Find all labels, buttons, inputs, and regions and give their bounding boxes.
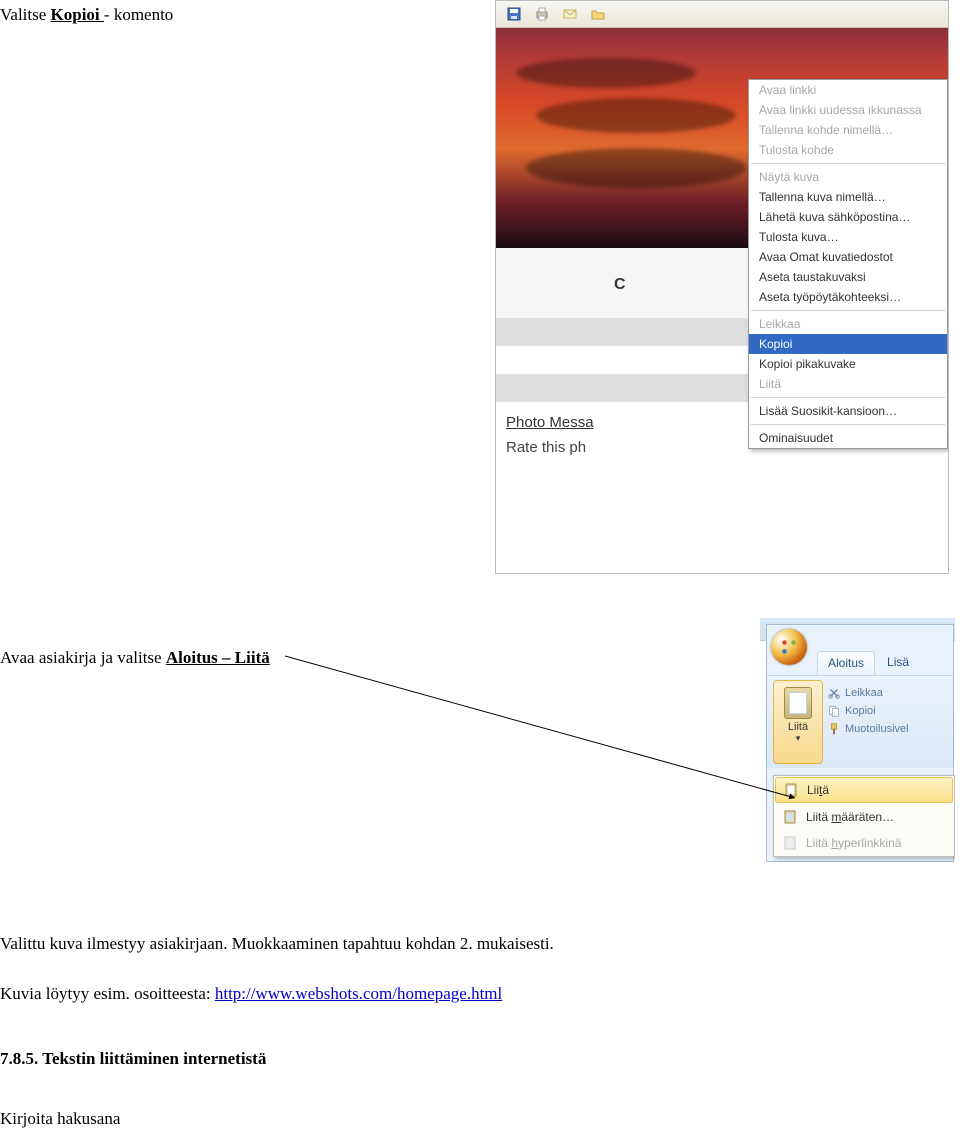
paragraph-3: Valittu kuva ilmestyy asiakirjaan. Muokk… bbox=[0, 933, 554, 955]
chevron-down-icon: ▾ bbox=[774, 733, 822, 744]
context-menu-item[interactable]: Lisää Suosikit-kansioon… bbox=[749, 401, 947, 421]
menu-separator bbox=[751, 310, 945, 311]
context-menu-item: Näytä kuva bbox=[749, 167, 947, 187]
context-menu-item[interactable]: Tulosta kuva… bbox=[749, 227, 947, 247]
cut-button[interactable]: Leikkaa bbox=[827, 686, 909, 700]
link-webshots[interactable]: http://www.webshots.com/homepage.html bbox=[215, 984, 502, 1003]
context-menu-item[interactable]: Aseta työpöytäkohteeksi… bbox=[749, 287, 947, 307]
clipboard-link-icon bbox=[782, 835, 798, 851]
ribbon-tabs: Aloitus Lisä bbox=[817, 651, 919, 676]
paragraph-5: Kirjoita hakusana bbox=[0, 1108, 120, 1130]
tab-lisaa[interactable]: Lisä bbox=[877, 651, 919, 676]
ie-toolbar bbox=[496, 1, 948, 28]
paste-menu-item-2[interactable]: Liitä määräten… bbox=[774, 804, 954, 830]
clipboard-icon bbox=[783, 782, 799, 798]
context-menu-item: Tulosta kohde bbox=[749, 140, 947, 160]
context-menu-item[interactable]: Tallenna kuva nimellä… bbox=[749, 187, 947, 207]
paste-dropdown-menu[interactable]: Liitä Liitä määräten… Liitä hyperlinkkin… bbox=[773, 775, 955, 857]
menu-separator bbox=[751, 163, 945, 164]
save-icon[interactable] bbox=[502, 3, 526, 25]
menu-separator bbox=[751, 397, 945, 398]
office-button[interactable] bbox=[771, 629, 807, 665]
paste-button[interactable]: Liitä ▾ bbox=[773, 680, 823, 764]
context-menu-item[interactable]: Ominaisuudet bbox=[749, 428, 947, 448]
context-menu-item: Avaa linkki uudessa ikkunassa bbox=[749, 100, 947, 120]
instruction-line-1: Valitse Kopioi - komento bbox=[0, 4, 173, 26]
context-menu[interactable]: Avaa linkkiAvaa linkki uudessa ikkunassa… bbox=[748, 79, 948, 449]
context-menu-item[interactable]: Aseta taustakuvaksi bbox=[749, 267, 947, 287]
copy-button[interactable]: Kopioi bbox=[827, 704, 909, 718]
copy-icon bbox=[827, 704, 841, 718]
format-painter-button[interactable]: Muotoilusivel bbox=[827, 722, 909, 736]
clipboard-icon bbox=[784, 687, 812, 719]
menu-separator bbox=[751, 424, 945, 425]
paste-menu-item-3: Liitä hyperlinkkinä bbox=[774, 830, 954, 856]
clipboard-mini-buttons: Leikkaa Kopioi Muotoilusivel bbox=[827, 686, 909, 736]
scissors-icon bbox=[827, 686, 841, 700]
instruction-line-2: Avaa asiakirja ja valitse Aloitus – Liit… bbox=[0, 647, 270, 669]
print-icon[interactable] bbox=[530, 3, 554, 25]
context-menu-item[interactable]: Kopioi bbox=[749, 334, 947, 354]
context-menu-item: Tallenna kohde nimellä… bbox=[749, 120, 947, 140]
mail-icon[interactable] bbox=[558, 3, 582, 25]
context-menu-item: Liitä bbox=[749, 374, 947, 394]
arrow-line bbox=[285, 648, 815, 808]
screenshot-word-ribbon: Aloitus Lisä Liitä ▾ Leikkaa Kopioi bbox=[760, 618, 955, 868]
clipboard-special-icon bbox=[782, 809, 798, 825]
context-menu-item: Leikkaa bbox=[749, 314, 947, 334]
screenshot-ie-context-menu: C Photo Messa Rate this ph Avaa linkkiAv… bbox=[495, 0, 949, 574]
folder-icon[interactable] bbox=[586, 3, 610, 25]
context-menu-item[interactable]: Lähetä kuva sähköpostina… bbox=[749, 207, 947, 227]
tab-aloitus[interactable]: Aloitus bbox=[817, 651, 875, 676]
context-menu-item[interactable]: Kopioi pikakuvake bbox=[749, 354, 947, 374]
brush-icon bbox=[827, 722, 841, 736]
paragraph-4: Kuvia löytyy esim. osoitteesta: http://w… bbox=[0, 983, 502, 1005]
context-menu-item: Avaa linkki bbox=[749, 80, 947, 100]
heading-785: 7.8.5. Tekstin liittäminen internetistä bbox=[0, 1048, 266, 1070]
context-menu-item[interactable]: Avaa Omat kuvatiedostot bbox=[749, 247, 947, 267]
ribbon-body: Liitä ▾ Leikkaa Kopioi Muotoilusivel bbox=[767, 675, 953, 768]
paste-menu-item-1[interactable]: Liitä bbox=[775, 777, 953, 803]
